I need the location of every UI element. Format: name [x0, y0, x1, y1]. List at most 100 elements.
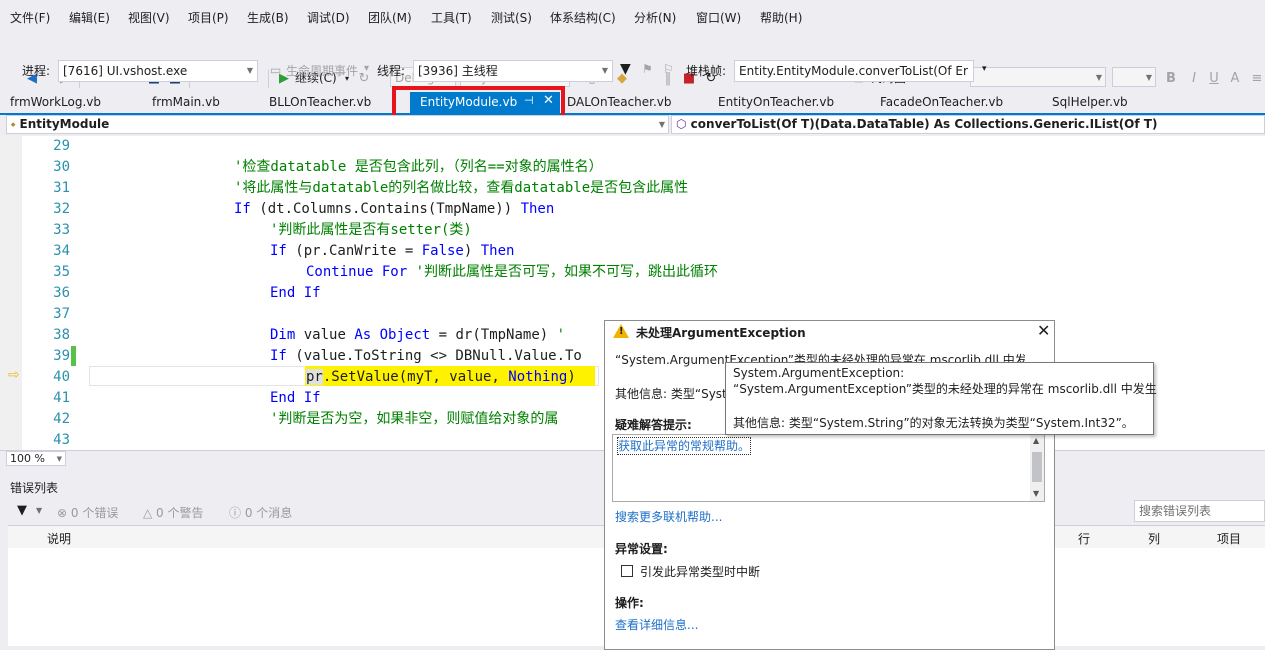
warnings-filter-button[interactable]: △ 0 个警告	[143, 504, 204, 521]
code-line: '判断此属性是否有setter(类)	[270, 222, 472, 238]
code-text: = dr(TmpName)	[430, 327, 557, 343]
align-icon[interactable]: ≡	[1249, 71, 1265, 87]
keyword: As	[354, 327, 372, 343]
comment: '	[556, 327, 566, 343]
line-number: 37	[53, 306, 70, 322]
tooltip-line: “System.ArgumentException”类型的未经处理的异常在 ms…	[733, 382, 1157, 396]
line-number: 35	[53, 264, 70, 280]
error-list-title: 错误列表	[10, 481, 59, 495]
chevron-down-icon: ▼	[1145, 73, 1152, 82]
flag-thread-icon[interactable]: ⚑	[642, 62, 653, 76]
line-number: 36	[53, 285, 70, 301]
view-details-link[interactable]: 查看详细信息...	[615, 617, 698, 633]
menu-team[interactable]: 团队(M)	[368, 10, 412, 26]
tab-sqlhelper[interactable]: SqlHelper.vb	[1052, 94, 1128, 110]
menu-edit[interactable]: 编辑(E)	[69, 10, 110, 26]
type-combo[interactable]: ⬩ EntityModule ▼	[6, 115, 669, 134]
tab-bllonteacher[interactable]: BLLOnTeacher.vb	[269, 94, 371, 110]
tab-frmmain[interactable]: frmMain.vb	[152, 94, 220, 110]
column-header-column[interactable]: 列	[1148, 530, 1160, 547]
scrollbar-thumb[interactable]	[1032, 452, 1042, 482]
underline-icon[interactable]: U	[1206, 71, 1222, 87]
thread-value: [3936] 主线程	[418, 64, 498, 78]
font-color-icon[interactable]: A	[1227, 71, 1243, 87]
line-number: 30	[53, 159, 70, 175]
menu-test[interactable]: 测试(S)	[491, 10, 532, 26]
break-on-exception-label[interactable]: 引发此异常类型时中断	[640, 564, 760, 580]
tab-facadeonteacher[interactable]: FacadeOnTeacher.vb	[880, 94, 1003, 110]
chevron-down-icon[interactable]: ▼	[36, 506, 42, 515]
actions-heading: 操作:	[615, 596, 644, 610]
menu-tools[interactable]: 工具(T)	[431, 10, 472, 26]
code-line-current: pr.SetValue(myT, value, Nothing)	[306, 367, 576, 388]
close-icon[interactable]: ✕	[1037, 323, 1050, 339]
menu-architecture[interactable]: 体系结构(C)	[550, 10, 616, 26]
chevron-down-icon[interactable]: ▾	[364, 63, 369, 74]
process-combo[interactable]: [7616] UI.vshost.exe ▼	[58, 60, 258, 82]
exception-settings-heading: 异常设置:	[615, 542, 668, 556]
keyword: Nothing	[508, 369, 568, 385]
scroll-down-icon[interactable]: ▼	[1033, 489, 1039, 498]
error-list-search-input[interactable]: 搜索错误列表	[1134, 500, 1265, 522]
flag-icon[interactable]: ⚐	[663, 62, 674, 76]
menu-window[interactable]: 窗口(W)	[696, 10, 741, 26]
menu-project[interactable]: 项目(P)	[188, 10, 229, 26]
keyword: Object	[379, 327, 431, 343]
search-online-help-link[interactable]: 搜索更多联机帮助...	[615, 509, 722, 525]
process-value: [7616] UI.vshost.exe	[63, 64, 188, 78]
general-help-link[interactable]: 获取此异常的常规帮助。	[617, 437, 752, 455]
messages-filter-button[interactable]: ⓘ 0 个消息	[229, 504, 292, 521]
code-line: If (value.ToString <> DBNull.Value.To	[270, 346, 582, 367]
zoom-value: 100 %	[10, 452, 45, 465]
keyword: Then	[520, 201, 555, 217]
column-header-line[interactable]: 行	[1078, 530, 1090, 547]
bold-icon[interactable]: B	[1163, 71, 1179, 87]
menu-analyze[interactable]: 分析(N)	[634, 10, 676, 26]
thread-combo[interactable]: [3936] 主线程 ▼	[413, 60, 613, 82]
scroll-up-icon[interactable]: ▲	[1033, 436, 1039, 445]
code-text: (pr.CanWrite =	[286, 243, 422, 259]
line-number: 31	[53, 180, 70, 196]
indicator-margin[interactable]	[0, 136, 22, 450]
tab-dalonteacher[interactable]: DALOnTeacher.vb	[567, 94, 672, 110]
errors-filter-button[interactable]: ⊗ 0 个错误	[57, 504, 118, 521]
filter-icon[interactable]: ▼	[17, 503, 27, 518]
info-icon: ⓘ	[229, 506, 245, 520]
lifecycle-icon[interactable]: ▭	[270, 63, 281, 77]
menu-build[interactable]: 生成(B)	[247, 10, 289, 26]
font-combo[interactable]: ▼	[970, 67, 1106, 87]
member-combo[interactable]: ⬡ converToList(Of T)(Data.DataTable) As …	[671, 115, 1265, 134]
code-text: (value.ToString <> DBNull.Value.To	[286, 348, 582, 364]
zoom-combo[interactable]: 100 % ▼	[6, 451, 66, 466]
font-size-combo[interactable]: ▼	[1112, 67, 1156, 87]
column-header-project[interactable]: 项目	[1217, 530, 1241, 547]
module-icon: ⬩	[11, 117, 16, 131]
overflow-icon[interactable]: ▾	[982, 64, 987, 74]
line-number: 40	[53, 369, 70, 385]
code-line: Dim value As Object = dr(TmpName) '	[270, 325, 565, 346]
chevron-down-icon: ▼	[1095, 73, 1102, 82]
stackframe-combo[interactable]: Entity.EntityModule.converToList(Of Er	[734, 60, 974, 82]
troubleshooting-heading: 疑难解答提示:	[615, 418, 692, 432]
menu-view[interactable]: 视图(V)	[128, 10, 170, 26]
error-icon: ⊗	[57, 506, 71, 520]
code-line: End If	[270, 285, 321, 301]
filter-icon[interactable]: ▼	[620, 61, 631, 77]
tab-entityonteacher[interactable]: EntityOnTeacher.vb	[718, 94, 834, 110]
search-placeholder: 搜索错误列表	[1139, 504, 1212, 518]
menu-debug[interactable]: 调试(D)	[307, 10, 350, 26]
exception-tooltip: System.ArgumentException: “System.Argume…	[725, 362, 1157, 435]
italic-icon[interactable]: I	[1186, 71, 1202, 87]
tab-frmworklog[interactable]: frmWorkLog.vb	[10, 94, 101, 110]
code-text: .SetValue(myT, value,	[322, 369, 509, 385]
column-header-description[interactable]: 说明	[47, 530, 71, 547]
break-on-exception-checkbox[interactable]	[621, 565, 633, 577]
menu-file[interactable]: 文件(F)	[10, 10, 50, 26]
lifecycle-events-button[interactable]: 生命周期事件	[286, 63, 358, 79]
keyword: If	[270, 243, 287, 259]
keyword: If	[270, 348, 287, 364]
code-text: )	[567, 369, 576, 385]
line-number: 43	[53, 432, 70, 448]
menu-help[interactable]: 帮助(H)	[760, 10, 802, 26]
